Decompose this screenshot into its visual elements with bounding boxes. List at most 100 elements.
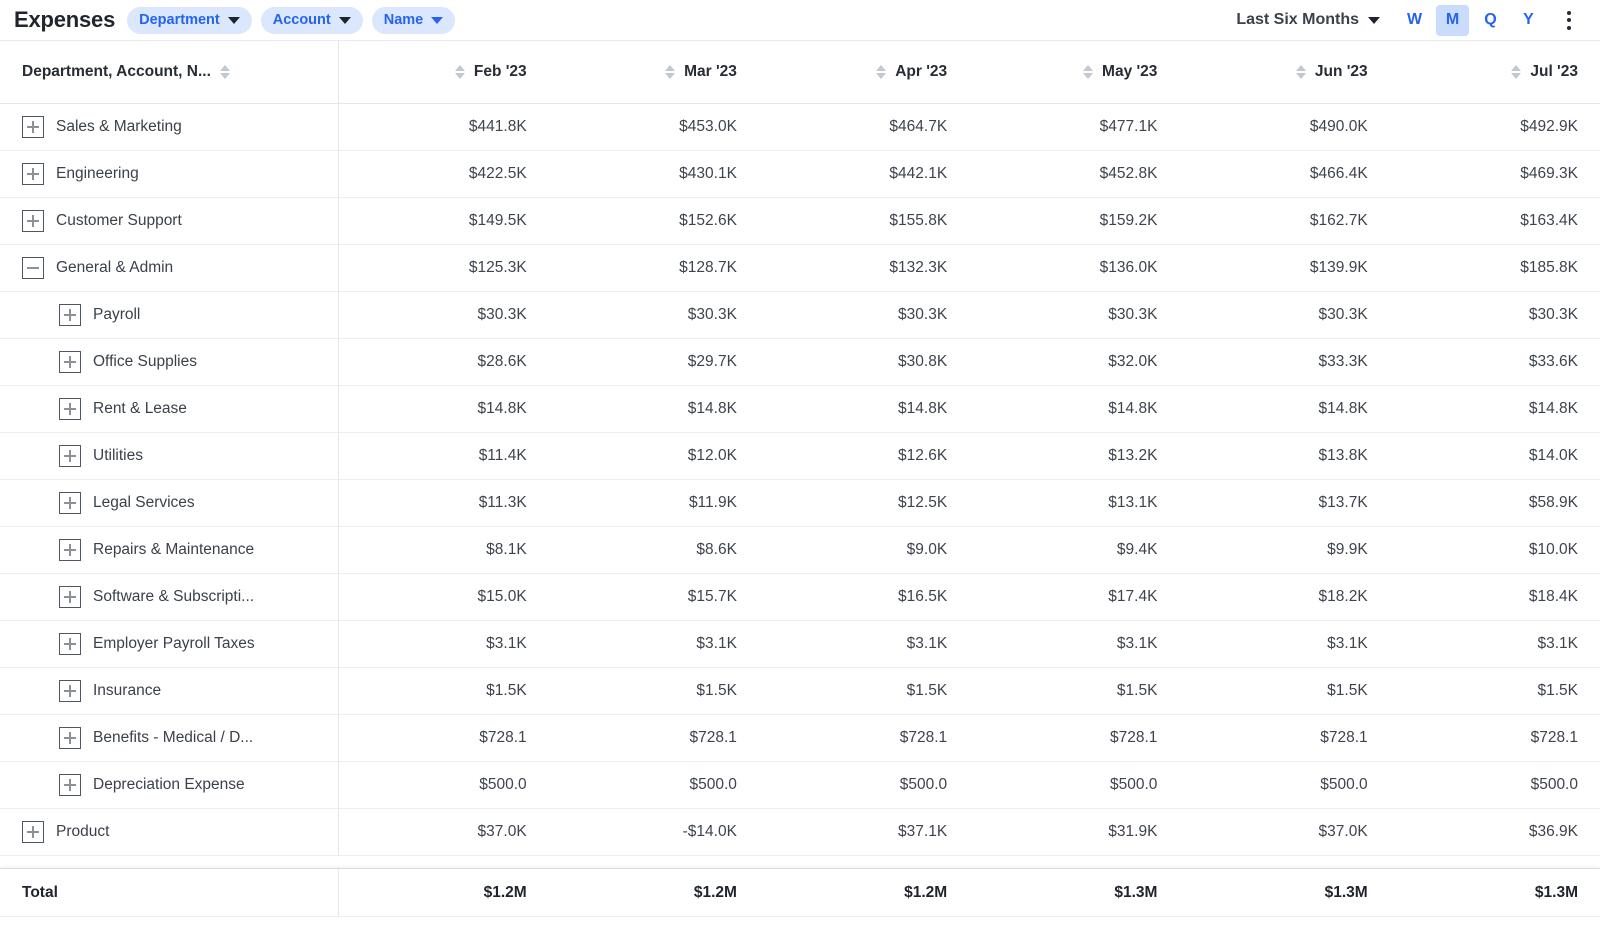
expand-row-icon[interactable] bbox=[59, 491, 81, 514]
row-value-cell: $30.8K bbox=[758, 338, 970, 386]
row-value-cell: $33.6K bbox=[1389, 338, 1600, 386]
row-label: Engineering bbox=[56, 164, 139, 182]
row-value-cell: $33.3K bbox=[1179, 338, 1390, 386]
row-value-cell: $12.6K bbox=[758, 432, 970, 480]
total-value-apr-23: $1.2M bbox=[758, 869, 970, 916]
table-row[interactable]: Benefits - Medical / D... $728.1 $728.1 $72… bbox=[0, 714, 1600, 762]
table-row[interactable]: Legal Services $11.3K $11.9K $12.5K $13.1K $1… bbox=[0, 479, 1600, 527]
table-row[interactable]: Engineering $422.5K $430.1K $442.1K $452.8K $… bbox=[0, 150, 1600, 198]
sort-icon[interactable] bbox=[1511, 64, 1522, 79]
table-row[interactable]: Software & Subscripti... $15.0K $15.7K $16.… bbox=[0, 573, 1600, 621]
row-label: Legal Services bbox=[93, 493, 195, 511]
row-label: Sales & Marketing bbox=[56, 117, 182, 135]
sort-icon[interactable] bbox=[665, 64, 676, 79]
column-header-may-23[interactable]: May '23 bbox=[969, 41, 1180, 104]
row-value-cell: $159.2K bbox=[969, 197, 1180, 245]
row-label-cell: Product bbox=[0, 808, 339, 856]
table-row[interactable]: Customer Support $149.5K $152.6K $155.8K $15… bbox=[0, 197, 1600, 245]
row-value-cell: $477.1K bbox=[969, 103, 1180, 151]
row-value-cell: $18.2K bbox=[1179, 573, 1390, 621]
table-row[interactable]: Utilities $11.4K $12.0K $12.6K $13.2K $13.8K $… bbox=[0, 432, 1600, 480]
expand-row-icon[interactable] bbox=[22, 115, 44, 138]
total-value-jul-23: $1.3M bbox=[1389, 869, 1600, 916]
column-header-dimension[interactable]: Department, Account, N... bbox=[0, 41, 339, 104]
row-value-cell: $3.1K bbox=[1389, 620, 1600, 668]
date-range-dropdown[interactable]: Last Six Months bbox=[1236, 11, 1380, 29]
column-header-feb-23[interactable]: Feb '23 bbox=[338, 41, 549, 104]
expand-row-icon[interactable] bbox=[22, 209, 44, 232]
column-header-mar-23[interactable]: Mar '23 bbox=[548, 41, 759, 104]
row-label: Payroll bbox=[93, 305, 141, 323]
sort-icon[interactable] bbox=[454, 64, 465, 79]
table-bottom-strip bbox=[0, 916, 1600, 926]
row-value-cell: $430.1K bbox=[548, 150, 759, 198]
row-label: Utilities bbox=[93, 446, 143, 464]
granularity-quarter-button[interactable]: Q bbox=[1474, 5, 1507, 36]
row-label: Benefits - Medical / D... bbox=[93, 728, 254, 746]
filter-pill-account[interactable]: Account bbox=[260, 6, 363, 34]
column-header-jun-23[interactable]: Jun '23 bbox=[1179, 41, 1390, 104]
expand-row-icon[interactable] bbox=[59, 303, 81, 326]
expand-row-icon[interactable] bbox=[22, 820, 44, 843]
expand-row-icon[interactable] bbox=[59, 538, 81, 561]
row-value-cell: $149.5K bbox=[338, 197, 549, 245]
row-label-cell: Benefits - Medical / D... bbox=[0, 714, 339, 762]
row-value-cell: $132.3K bbox=[758, 244, 970, 292]
row-value-cell: $1.5K bbox=[338, 667, 549, 715]
row-value-cell: $15.0K bbox=[338, 573, 549, 621]
table-row[interactable]: Product $37.0K -$14.0K $37.1K $31.9K $37.0K $3… bbox=[0, 808, 1600, 856]
expand-row-icon[interactable] bbox=[22, 162, 44, 185]
column-header-jul-23[interactable]: Jul '23 bbox=[1389, 41, 1600, 104]
row-value-cell: $14.8K bbox=[969, 385, 1180, 433]
row-value-cell: $139.9K bbox=[1179, 244, 1390, 292]
row-value-cell: $728.1 bbox=[338, 714, 549, 762]
expand-row-icon[interactable] bbox=[59, 444, 81, 467]
table-row[interactable]: Insurance $1.5K $1.5K $1.5K $1.5K $1.5K $1.5K bbox=[0, 667, 1600, 715]
expand-row-icon[interactable] bbox=[59, 397, 81, 420]
row-label-cell: Depreciation Expense bbox=[0, 761, 339, 809]
expand-row-icon[interactable] bbox=[59, 773, 81, 796]
expand-row-icon[interactable] bbox=[59, 585, 81, 608]
row-value-cell: $8.1K bbox=[338, 526, 549, 574]
collapse-row-icon[interactable] bbox=[22, 256, 44, 279]
expand-row-icon[interactable] bbox=[59, 726, 81, 749]
table-row[interactable]: Rent & Lease $14.8K $14.8K $14.8K $14.8K $14.… bbox=[0, 385, 1600, 433]
sort-icon[interactable] bbox=[1083, 64, 1094, 79]
row-label-cell: Software & Subscripti... bbox=[0, 573, 339, 621]
row-value-cell: $1.5K bbox=[548, 667, 759, 715]
row-value-cell: $185.8K bbox=[1389, 244, 1600, 292]
table-row[interactable]: Repairs & Maintenance $8.1K $8.6K $9.0K $9.4… bbox=[0, 526, 1600, 574]
row-value-cell: $728.1 bbox=[969, 714, 1180, 762]
kebab-menu-icon[interactable] bbox=[1556, 5, 1582, 35]
filter-pill-name[interactable]: Name bbox=[371, 6, 456, 34]
row-value-cell: $728.1 bbox=[758, 714, 970, 762]
row-value-cell: $728.1 bbox=[1179, 714, 1390, 762]
table-row[interactable]: Payroll $30.3K $30.3K $30.3K $30.3K $30.3K $30… bbox=[0, 291, 1600, 339]
table-row[interactable]: Depreciation Expense $500.0 $500.0 $500.0 $5… bbox=[0, 761, 1600, 809]
row-value-cell: $30.3K bbox=[969, 291, 1180, 339]
sort-icon[interactable] bbox=[876, 64, 887, 79]
column-header-may-23-label: May '23 bbox=[1102, 62, 1158, 80]
table-header: Department, Account, N... Feb '23 Mar '2… bbox=[0, 41, 1600, 104]
table-row[interactable]: General & Admin $125.3K $128.7K $132.3K $136… bbox=[0, 244, 1600, 292]
granularity-year-button[interactable]: Y bbox=[1512, 5, 1545, 36]
table-row[interactable]: Employer Payroll Taxes $3.1K $3.1K $3.1K $3.… bbox=[0, 620, 1600, 668]
expand-row-icon[interactable] bbox=[59, 350, 81, 373]
expand-row-icon[interactable] bbox=[59, 679, 81, 702]
sort-icon[interactable] bbox=[1295, 64, 1306, 79]
chevron-down-icon bbox=[227, 16, 240, 24]
sort-icon[interactable] bbox=[219, 64, 230, 79]
table-row[interactable]: Sales & Marketing $441.8K $453.0K $464.7K $4… bbox=[0, 103, 1600, 151]
expand-row-icon[interactable] bbox=[59, 632, 81, 655]
total-value-jun-23: $1.3M bbox=[1179, 869, 1390, 916]
total-row: Total $1.2M $1.2M $1.2M $1.3M $1.3M $1.3… bbox=[0, 869, 1600, 916]
column-header-apr-23-label: Apr '23 bbox=[895, 62, 948, 80]
row-value-cell: $492.9K bbox=[1389, 103, 1600, 151]
granularity-week-button[interactable]: W bbox=[1398, 5, 1431, 36]
row-value-cell: $37.0K bbox=[338, 808, 549, 856]
granularity-month-button[interactable]: M bbox=[1436, 4, 1469, 36]
table-row[interactable]: Office Supplies $28.6K $29.7K $30.8K $32.0K $… bbox=[0, 338, 1600, 386]
column-header-apr-23[interactable]: Apr '23 bbox=[758, 41, 970, 104]
filter-pill-department[interactable]: Department bbox=[127, 6, 252, 34]
row-label: Insurance bbox=[93, 681, 162, 699]
